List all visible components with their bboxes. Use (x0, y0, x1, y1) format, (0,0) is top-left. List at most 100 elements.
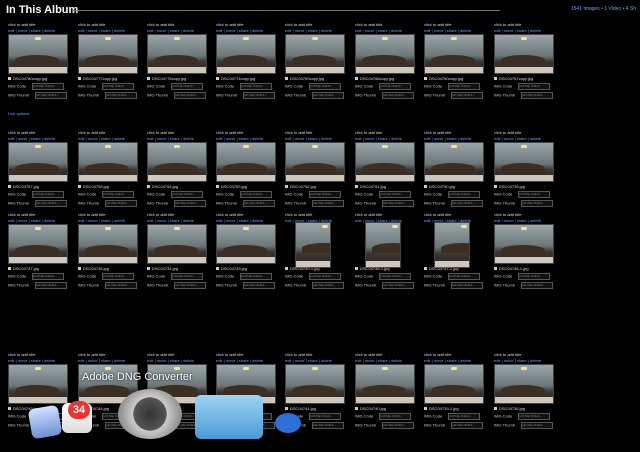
edit-link[interactable]: edit (285, 218, 291, 223)
select-checkbox[interactable] (424, 77, 427, 81)
img-code-field[interactable]: [url=http://i1114... (379, 191, 412, 198)
img-thumb-field[interactable]: [url=http://i1114... (312, 92, 345, 99)
select-checkbox[interactable] (494, 267, 497, 271)
edit-link[interactable]: edit (424, 136, 430, 141)
add-title-link[interactable]: click to add title (78, 352, 105, 357)
img-thumb-field[interactable]: [url=http://i1114... (382, 200, 415, 207)
move-link[interactable]: move (157, 136, 167, 141)
add-title-link[interactable]: click to add title (8, 130, 35, 135)
edit-link[interactable]: edit (216, 28, 222, 33)
edit-link[interactable]: edit (8, 218, 14, 223)
img-code-field[interactable]: [url=http://i1114... (171, 83, 204, 90)
edit-link[interactable]: edit (494, 218, 500, 223)
mouse-icon[interactable] (275, 413, 301, 433)
delete-link[interactable]: delete (321, 358, 332, 363)
photo-thumbnail[interactable] (216, 34, 276, 74)
link-options-link[interactable]: Link options (8, 111, 29, 116)
select-checkbox[interactable] (494, 185, 497, 189)
add-title-link[interactable]: click to add title (8, 352, 35, 357)
move-link[interactable]: move (18, 218, 28, 223)
select-checkbox[interactable] (147, 267, 150, 271)
add-title-link[interactable]: click to add title (494, 352, 521, 357)
photo-thumbnail[interactable] (434, 222, 470, 268)
delete-link[interactable]: delete (114, 358, 125, 363)
move-link[interactable]: move (365, 28, 375, 33)
delete-link[interactable]: delete (44, 136, 55, 141)
select-checkbox[interactable] (355, 77, 358, 81)
img-code-field[interactable]: [url=http://i1114... (309, 83, 342, 90)
share-link[interactable]: share (517, 218, 527, 223)
edit-link[interactable]: edit (355, 28, 361, 33)
delete-link[interactable]: delete (321, 136, 332, 141)
share-link[interactable]: share (517, 136, 527, 141)
img-thumb-field[interactable]: [url=http://i1114... (105, 92, 138, 99)
share-link[interactable]: share (239, 358, 249, 363)
img-code-field[interactable]: [url=http://i1114... (448, 273, 481, 280)
delete-link[interactable]: delete (391, 28, 402, 33)
delete-link[interactable]: delete (183, 358, 194, 363)
share-link[interactable]: share (239, 218, 249, 223)
share-link[interactable]: share (308, 358, 318, 363)
share-link[interactable]: share (170, 218, 180, 223)
select-checkbox[interactable] (78, 185, 81, 189)
move-link[interactable]: move (88, 218, 98, 223)
move-link[interactable]: move (88, 358, 98, 363)
add-title-link[interactable]: click to add title (494, 130, 521, 135)
photo-thumbnail[interactable] (424, 142, 484, 182)
select-checkbox[interactable] (147, 77, 150, 81)
add-title-link[interactable]: click to add title (78, 212, 105, 217)
share-link[interactable]: share (378, 136, 388, 141)
share-link[interactable]: share (31, 358, 41, 363)
edit-link[interactable]: edit (355, 218, 361, 223)
img-thumb-field[interactable]: [url=http://i1114... (451, 92, 484, 99)
img-code-field[interactable]: [url=http://i1114... (448, 83, 481, 90)
img-thumb-field[interactable]: [url=http://i1114... (451, 282, 484, 289)
delete-link[interactable]: delete (391, 358, 402, 363)
select-checkbox[interactable] (78, 267, 81, 271)
img-code-field[interactable]: [url=http://i1114... (309, 191, 342, 198)
img-code-field[interactable]: [url=http://i1114... (518, 191, 551, 198)
share-link[interactable]: share (447, 136, 457, 141)
edit-link[interactable]: edit (216, 218, 222, 223)
delete-link[interactable]: delete (391, 136, 402, 141)
img-thumb-field[interactable]: [url=http://i1114... (312, 282, 345, 289)
img-code-field[interactable]: [url=http://i1114... (448, 191, 481, 198)
img-code-field[interactable]: [url=http://i1114... (32, 191, 65, 198)
add-title-link[interactable]: click to add title (494, 22, 521, 27)
move-link[interactable]: move (504, 358, 514, 363)
edit-link[interactable]: edit (147, 28, 153, 33)
img-thumb-field[interactable]: [url=http://i1114... (521, 92, 554, 99)
delete-link[interactable]: delete (114, 136, 125, 141)
img-thumb-field[interactable]: [url=http://i1114... (174, 200, 207, 207)
photo-thumbnail[interactable] (216, 142, 276, 182)
add-title-link[interactable]: click to add title (424, 130, 451, 135)
img-code-field[interactable]: [url=http://i1114... (240, 273, 273, 280)
select-checkbox[interactable] (78, 77, 81, 81)
share-link[interactable]: share (101, 136, 111, 141)
photo-thumbnail[interactable] (285, 34, 345, 74)
move-link[interactable]: move (157, 28, 167, 33)
photo-thumbnail[interactable] (365, 222, 401, 268)
img-thumb-field[interactable]: [url=http://i1114... (243, 92, 276, 99)
select-checkbox[interactable] (8, 267, 11, 271)
share-link[interactable]: share (101, 358, 111, 363)
edit-link[interactable]: edit (8, 136, 14, 141)
photo-thumbnail[interactable] (8, 34, 68, 74)
photo-thumbnail[interactable] (8, 224, 68, 264)
img-code-field[interactable]: [url=http://i1114... (518, 273, 551, 280)
img-code-field[interactable]: [url=http://i1114... (32, 273, 65, 280)
delete-link[interactable]: delete (321, 28, 332, 33)
move-link[interactable]: move (434, 358, 444, 363)
edit-link[interactable]: edit (216, 358, 222, 363)
add-title-link[interactable]: click to add title (147, 352, 174, 357)
img-code-field[interactable]: [url=http://i1114... (240, 191, 273, 198)
photo-thumbnail[interactable] (494, 142, 554, 182)
select-checkbox[interactable] (424, 267, 427, 271)
img-code-field[interactable]: [url=http://i1114... (102, 273, 135, 280)
photo-thumbnail[interactable] (147, 224, 207, 264)
move-link[interactable]: move (226, 136, 236, 141)
edit-link[interactable]: edit (494, 136, 500, 141)
img-thumb-field[interactable]: [url=http://i1114... (243, 282, 276, 289)
add-title-link[interactable]: click to add title (8, 212, 35, 217)
img-thumb-field[interactable]: [url=http://i1114... (382, 282, 415, 289)
